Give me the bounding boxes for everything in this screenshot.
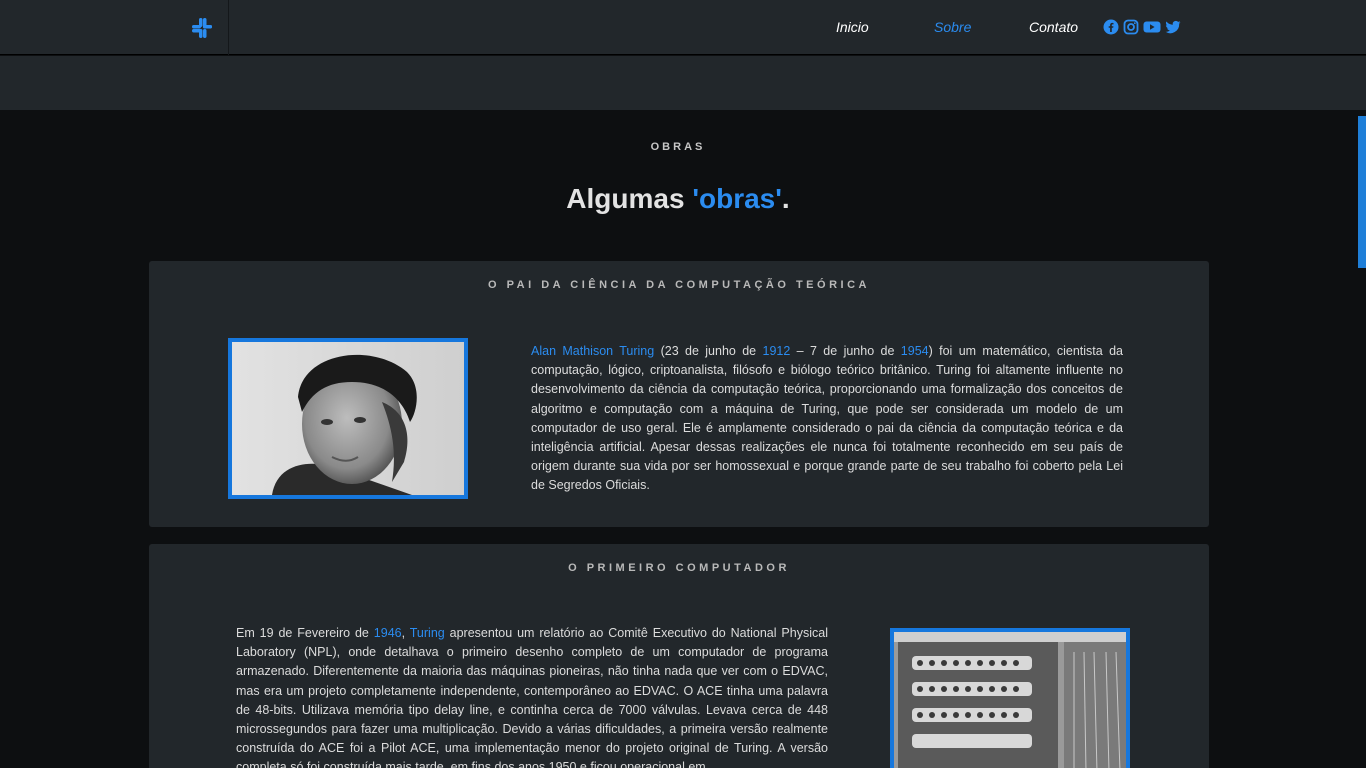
nav-inicio[interactable]: Inicio (836, 19, 869, 35)
text-segment: (23 de junho de (654, 344, 763, 358)
section-heading: Algumas 'obras'. (0, 183, 1356, 215)
card-paragraph: Alan Mathison Turing (23 de junho de 191… (531, 342, 1123, 496)
facebook-icon[interactable] (1103, 19, 1119, 35)
link-turing[interactable]: Alan Mathison Turing (531, 344, 654, 358)
section-eyebrow: OBRAS (650, 141, 706, 153)
turing-portrait-image (228, 338, 468, 499)
youtube-icon[interactable] (1143, 19, 1161, 35)
card-pai-computacao: O PAI DA CIÊNCIA DA COMPUTAÇÃO TEÓRICA A… (149, 261, 1209, 527)
logo-icon[interactable] (175, 0, 229, 55)
link-1912[interactable]: 1912 (763, 344, 791, 358)
heading-text: Algumas (566, 183, 693, 214)
text-segment: Em 19 de Fevereiro de (236, 626, 374, 640)
card-paragraph: Em 19 de Fevereiro de 1946, Turing apres… (236, 624, 828, 768)
top-navbar: Inicio Sobre Contato (0, 0, 1366, 55)
scrollbar-thumb[interactable] (1358, 116, 1366, 268)
card-title: O PAI DA CIÊNCIA DA COMPUTAÇÃO TEÓRICA (488, 279, 870, 291)
text-segment: – 7 de junho de (790, 344, 901, 358)
nav-contato[interactable]: Contato (1029, 19, 1078, 35)
twitter-icon[interactable] (1165, 19, 1181, 35)
text-segment: apresentou um relatório ao Comitê Execut… (236, 626, 828, 768)
nav-sobre[interactable]: Sobre (934, 19, 971, 35)
social-links (1103, 19, 1181, 35)
card-primeiro-computador: O PRIMEIRO COMPUTADOR Em 19 de Fevereiro… (149, 544, 1209, 768)
text-segment: , (401, 626, 410, 640)
card-title: O PRIMEIRO COMPUTADOR (568, 562, 790, 574)
link-1954[interactable]: 1954 (901, 344, 929, 358)
header-band (0, 56, 1366, 110)
text-segment: ) foi um matemático, cientista da comput… (531, 344, 1123, 493)
heading-highlight: 'obras' (692, 183, 782, 214)
pilot-ace-image (890, 628, 1130, 768)
link-turing[interactable]: Turing (410, 626, 445, 640)
instagram-icon[interactable] (1123, 19, 1139, 35)
heading-period: . (781, 183, 790, 214)
link-1946[interactable]: 1946 (374, 626, 402, 640)
